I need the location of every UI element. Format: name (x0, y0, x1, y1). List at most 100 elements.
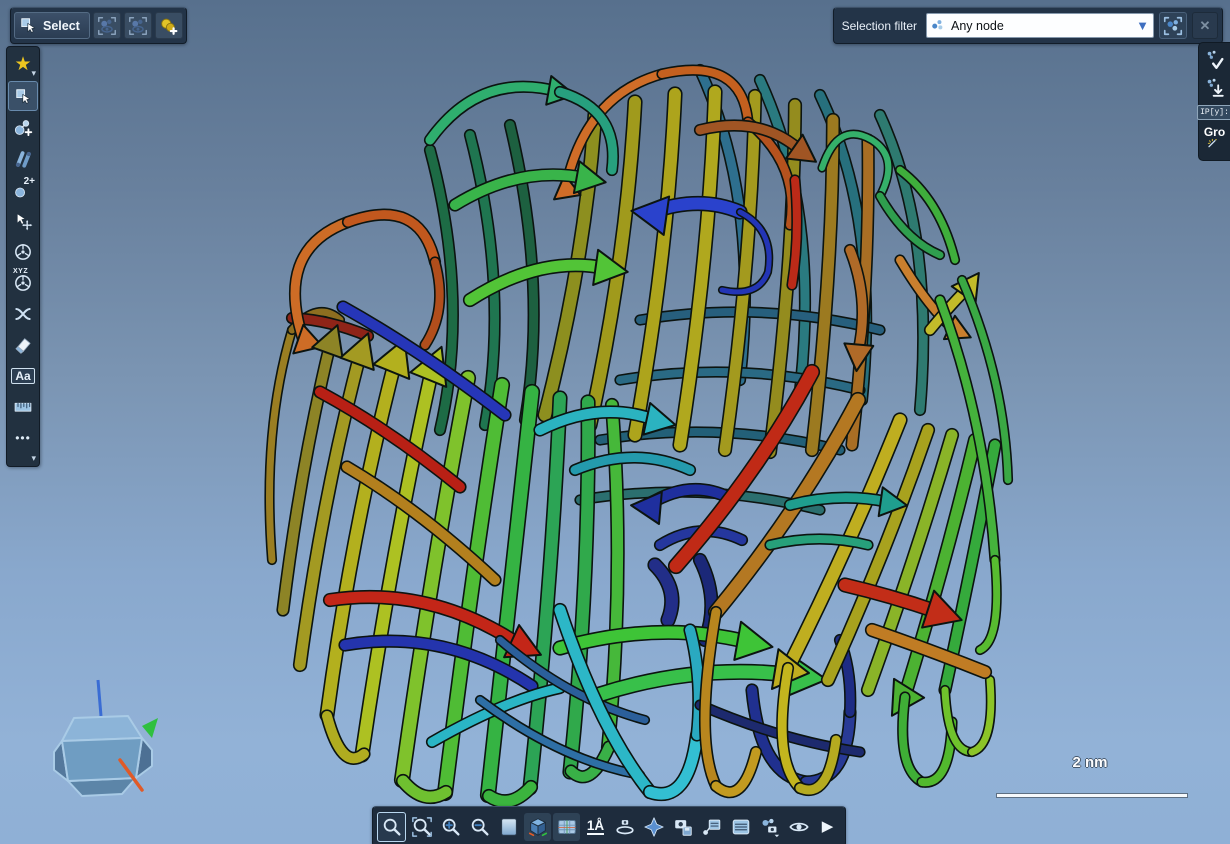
edit-toolbar: ★ ▾ 2+ XYZ Aa (6, 46, 40, 467)
navcube-y-axis-marker (142, 718, 158, 738)
view-toolbar: 1Å ▶ (372, 806, 846, 844)
view-cube-button[interactable] (524, 813, 551, 841)
gromacs-label: Gro (1204, 126, 1225, 138)
angstrom-scale-button[interactable]: 1Å (582, 813, 609, 841)
bond-tool-button[interactable] (9, 145, 37, 173)
xyz-label: XYZ (13, 268, 28, 275)
move-cursor-icon (13, 211, 33, 231)
select-button[interactable]: Select (14, 12, 90, 39)
charge-label: 2+ (24, 176, 35, 187)
save-snapshot-button[interactable] (669, 813, 696, 841)
add-atom-icon (13, 118, 33, 138)
visibility-button[interactable] (785, 813, 812, 841)
play-button[interactable]: ▶ (814, 813, 841, 841)
select-button-label: Select (43, 19, 80, 33)
chevron-down-icon[interactable]: ▼ (1136, 19, 1149, 32)
background-gradient-icon (498, 816, 520, 838)
grid-button[interactable] (553, 813, 580, 841)
document-icon (730, 816, 752, 838)
more-tools-button[interactable]: ••• (9, 424, 37, 452)
annotation-icon (701, 816, 723, 838)
navcube-group[interactable] (30, 680, 172, 842)
text-label-button[interactable]: Aa (9, 362, 37, 390)
selection-set-hidden-button[interactable] (124, 12, 152, 39)
navcube-z-axis (98, 680, 101, 716)
samson-window: 2 nm Select Selection filter Any node ▼ (0, 0, 1230, 844)
move-tool-button[interactable] (9, 207, 37, 235)
selection-filter-value: Any node (951, 19, 1131, 33)
eraser-button[interactable] (9, 331, 37, 359)
favorites-button[interactable]: ★ ▾ (9, 50, 37, 78)
select-tool-icon (15, 88, 32, 105)
eye-icon (788, 816, 810, 838)
eraser-icon (13, 335, 33, 355)
angstrom-label: 1Å (587, 818, 604, 836)
grid-icon (556, 816, 578, 838)
navigation-cube[interactable] (2, 642, 202, 842)
toolbar-expand-caret[interactable]: ▾ (31, 453, 36, 464)
3d-viewport[interactable]: 2 nm (0, 0, 1230, 844)
star-icon: ★ (14, 55, 31, 74)
apply-molecule-button[interactable] (1204, 49, 1226, 71)
gromacs-wizard-button[interactable]: Gro (1204, 126, 1225, 154)
zoom-in-button[interactable] (437, 813, 464, 841)
rotate-wheel-icon (13, 242, 33, 262)
view-cube-icon (527, 816, 549, 838)
scale-bar-label: 2 nm (1000, 754, 1180, 771)
select-tool-button[interactable] (8, 81, 38, 111)
annotation-button[interactable] (698, 813, 725, 841)
twist-icon (13, 304, 33, 324)
xyz-wheel-icon (13, 273, 33, 293)
ruler-button[interactable] (9, 393, 37, 421)
orbit-camera-button[interactable] (611, 813, 638, 841)
ipython-label: IP[y]: (1197, 105, 1230, 120)
selection-filter-label: Selection filter (838, 19, 921, 33)
close-icon: ✕ (1200, 18, 1211, 34)
selection-eye-icon (96, 15, 118, 37)
zoom-tool-button[interactable] (377, 812, 406, 842)
more-dots-icon: ••• (15, 431, 31, 445)
background-button[interactable] (495, 813, 522, 841)
twist-tool-button[interactable] (9, 300, 37, 328)
bonds-icon (13, 149, 33, 169)
any-node-icon (931, 18, 946, 33)
translate-xyz-button[interactable]: XYZ (9, 269, 37, 297)
charge-tool-button[interactable]: 2+ (9, 176, 37, 204)
text-tool-label: Aa (11, 368, 34, 384)
selection-filter-combobox[interactable]: Any node ▼ (926, 13, 1154, 38)
camera-presets-button[interactable] (756, 813, 783, 841)
magic-wand-icon (1207, 138, 1223, 154)
zoom-out-button[interactable] (466, 813, 493, 841)
ipython-console-button[interactable]: IP[y]: (1197, 105, 1230, 120)
play-icon: ▶ (822, 819, 834, 834)
orbit-camera-icon (614, 816, 636, 838)
ruler-icon (13, 397, 33, 417)
add-group-button[interactable] (155, 12, 183, 39)
caret-down-icon: ▾ (31, 68, 36, 79)
report-button[interactable] (727, 813, 754, 841)
download-molecule-button[interactable] (1204, 77, 1226, 99)
select-filtered-nodes-button[interactable] (1159, 12, 1187, 39)
selection-filter-bar: Selection filter Any node ▼ ✕ (833, 7, 1223, 44)
navcube-top-face[interactable] (62, 716, 142, 741)
extensions-panel: IP[y]: Gro (1198, 42, 1230, 161)
camera-presets-icon (759, 816, 781, 838)
molecule-download-icon (1204, 77, 1226, 99)
magnifier-brackets-icon (411, 816, 433, 838)
magnifier-icon (381, 816, 403, 838)
bracket-dots-icon (1162, 15, 1184, 37)
fullscreen-button[interactable] (640, 813, 667, 841)
selection-toolbar: Select (10, 7, 187, 44)
camera-save-icon (672, 816, 694, 838)
clear-filter-button[interactable]: ✕ (1192, 12, 1218, 39)
molecule-check-icon (1204, 49, 1226, 71)
select-cursor-icon (20, 17, 37, 34)
add-group-icon (158, 15, 180, 37)
selection-set-visible-button[interactable] (93, 12, 121, 39)
scale-bar-line (996, 793, 1188, 798)
zoom-region-button[interactable] (408, 813, 435, 841)
magnifier-plus-icon (440, 816, 462, 838)
rotate-wheel-button[interactable] (9, 238, 37, 266)
selection-eye-icon2 (127, 15, 149, 37)
add-atom-button[interactable] (9, 114, 37, 142)
